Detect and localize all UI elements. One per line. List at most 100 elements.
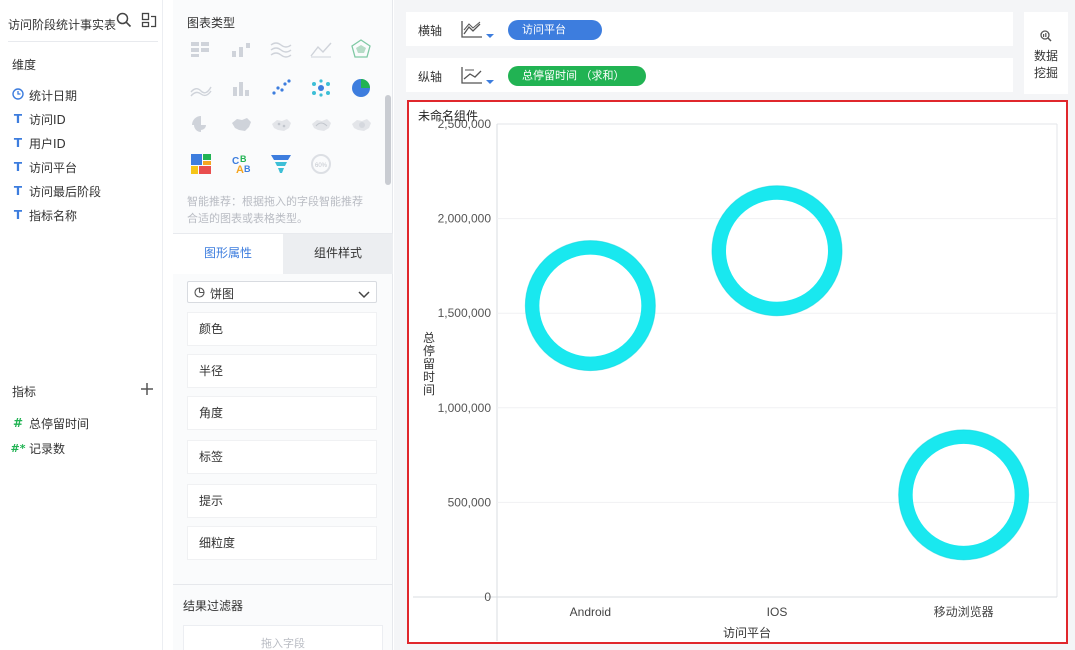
pie-icon <box>194 287 205 301</box>
rose-chart-icon[interactable] <box>189 113 213 137</box>
svg-text:B: B <box>244 164 251 174</box>
datasource-title: 访问阶段统计事实表 <box>8 18 116 32</box>
stacked-bar-chart-icon[interactable] <box>229 37 253 61</box>
grouped-table-chart-icon[interactable] <box>189 37 213 61</box>
field-label: 访问ID <box>29 112 66 127</box>
x-tick-label: 移动浏览器 <box>934 604 994 619</box>
chart-types-title: 图表类型 <box>187 16 236 30</box>
property-granularity[interactable]: 细粒度 <box>187 526 377 560</box>
dimension-field-metric-name[interactable]: T 指标名称 <box>10 206 77 224</box>
dimensions-label: 维度 <box>12 58 37 72</box>
y-axis-field-pill[interactable]: 总停留时间 （求和） <box>508 66 646 86</box>
graph-type-value: 饼图 <box>210 287 235 301</box>
property-label[interactable]: 标签 <box>187 440 377 474</box>
measure-field-record-count[interactable]: #* 记录数 <box>10 439 66 457</box>
x-axis-title: 访问平台 <box>723 625 771 640</box>
dimension-field-user-id[interactable]: T 用户ID <box>10 134 66 152</box>
svg-text:60%: 60% <box>315 163 328 169</box>
field-label: 总停留时间 <box>29 416 90 431</box>
property-color[interactable]: 颜色 <box>187 312 377 346</box>
chart-types-scrollbar[interactable] <box>385 95 391 185</box>
property-radius[interactable]: 半径 <box>187 354 377 388</box>
app-window: 访问阶段统计事实表 维度 统计日期 T 访问ID T 用户ID T 访问平台 T… <box>0 0 1075 650</box>
y-tick-label: 1,000,000 <box>438 401 492 415</box>
region-map-icon[interactable] <box>229 113 253 137</box>
text-type-icon: T <box>13 208 23 222</box>
property-tooltip[interactable]: 提示 <box>187 484 377 518</box>
dimension-field-platform[interactable]: T 访问平台 <box>10 158 77 176</box>
svg-text:B: B <box>240 154 247 164</box>
tab-graph-properties[interactable]: 图形属性 <box>173 234 283 274</box>
scatter-chart-icon[interactable] <box>269 76 293 100</box>
measures-label: 指标 <box>12 385 37 399</box>
field-label: 用户ID <box>29 136 66 151</box>
plus-icon[interactable] <box>139 381 155 397</box>
heat-map-icon[interactable] <box>349 113 373 137</box>
chart-config-panel: 图表类型 C B A B 60% 智能推荐：根据拖入的字段智能推荐合适的图表或表… <box>173 0 393 650</box>
clock-icon <box>10 87 26 103</box>
axis-chart-icon[interactable] <box>460 65 496 90</box>
pie-chart-icon[interactable] <box>349 76 373 100</box>
y-axis-label: 纵轴 <box>418 70 443 84</box>
area-chart-icon[interactable] <box>189 76 213 100</box>
bar-chart-icon[interactable] <box>229 76 253 100</box>
text-type-icon: T <box>13 184 23 198</box>
datasource-header: 访问阶段统计事实表 <box>8 12 158 42</box>
svg-text:A: A <box>236 164 244 175</box>
field-label: 指标名称 <box>29 208 78 223</box>
y-tick-label: 2,000,000 <box>438 212 492 226</box>
multi-line-chart-icon[interactable] <box>269 37 293 61</box>
x-axis-field-pill[interactable]: 访问平台 <box>508 20 602 40</box>
y-tick-label: 2,500,000 <box>438 117 492 131</box>
dimension-field-visit-id[interactable]: T 访问ID <box>10 110 66 128</box>
data-field-panel: 访问阶段统计事实表 维度 统计日期 T 访问ID T 用户ID T 访问平台 T… <box>0 0 163 650</box>
radar-chart-icon[interactable] <box>349 37 373 61</box>
dimension-field-stat-date[interactable]: 统计日期 <box>10 86 77 104</box>
y-tick-label: 500,000 <box>448 495 492 509</box>
treemap-chart-icon[interactable] <box>189 152 213 176</box>
field-label: 访问最后阶段 <box>29 184 102 199</box>
line-chart-icon[interactable] <box>309 37 333 61</box>
flow-map-icon[interactable] <box>309 113 333 137</box>
data-ring <box>712 185 842 316</box>
y-tick-label: 1,500,000 <box>438 306 492 320</box>
search-icon[interactable] <box>116 12 134 30</box>
result-filter-dropzone[interactable]: 拖入字段 <box>183 625 383 650</box>
y-tick-label: 0 <box>484 590 491 604</box>
text-type-icon: T <box>13 160 23 174</box>
gauge-chart-icon[interactable]: 60% <box>309 152 333 176</box>
chevron-down-icon <box>358 288 370 302</box>
dimension-field-last-stage[interactable]: T 访问最后阶段 <box>10 182 101 200</box>
funnel-chart-icon[interactable] <box>269 152 293 176</box>
axis-chart-icon[interactable] <box>460 19 496 44</box>
field-label: 记录数 <box>29 441 66 456</box>
bubble-chart-icon[interactable] <box>309 76 333 100</box>
data-mining-label: 数据 挖掘 <box>1024 48 1068 82</box>
x-tick-label: IOS <box>767 605 788 619</box>
data-ring <box>525 240 656 371</box>
switch-dataset-icon[interactable] <box>141 12 159 30</box>
number-type-icon: # <box>12 416 24 430</box>
text-type-icon: T <box>13 136 23 150</box>
field-label: 访问平台 <box>29 160 78 175</box>
point-map-icon[interactable] <box>269 113 293 137</box>
tab-component-style[interactable]: 组件样式 <box>283 234 393 274</box>
y-axis-bar[interactable]: 纵轴 总停留时间 （求和） <box>406 58 1013 92</box>
data-mining-icon <box>1040 30 1052 42</box>
word-cloud-icon[interactable]: CBAB <box>229 152 253 176</box>
field-label: 统计日期 <box>29 88 78 103</box>
result-filter-title: 结果过滤器 <box>183 599 244 613</box>
chart-widget[interactable]: 未命名组件 0 500,000 1,000,000 1,500,000 2,000,00… <box>407 100 1068 644</box>
data-ring <box>898 429 1029 560</box>
data-mining-button[interactable]: 数据 挖掘 <box>1024 12 1068 94</box>
y-axis-title: 总停留时间 <box>423 331 435 397</box>
x-axis-bar[interactable]: 横轴 访问平台 <box>406 12 1013 46</box>
graph-type-select[interactable]: 饼图 <box>187 281 377 303</box>
property-angle[interactable]: 角度 <box>187 396 377 430</box>
smart-recommend-hint: 智能推荐：根据拖入的字段智能推荐合适的图表或表格类型。 <box>187 195 363 225</box>
property-tabs: 图形属性 组件样式 <box>173 233 393 274</box>
bubble-ring-chart: 0 500,000 1,000,000 1,500,000 2,000,000 2,500… <box>413 117 1058 641</box>
canvas-area: 横轴 访问平台 纵轴 总停留时间 （求和） 数据 挖掘 未命名组件 0 500,0… <box>394 0 1075 650</box>
measure-field-total-stay[interactable]: # 总停留时间 <box>10 414 89 432</box>
divider <box>173 584 393 585</box>
